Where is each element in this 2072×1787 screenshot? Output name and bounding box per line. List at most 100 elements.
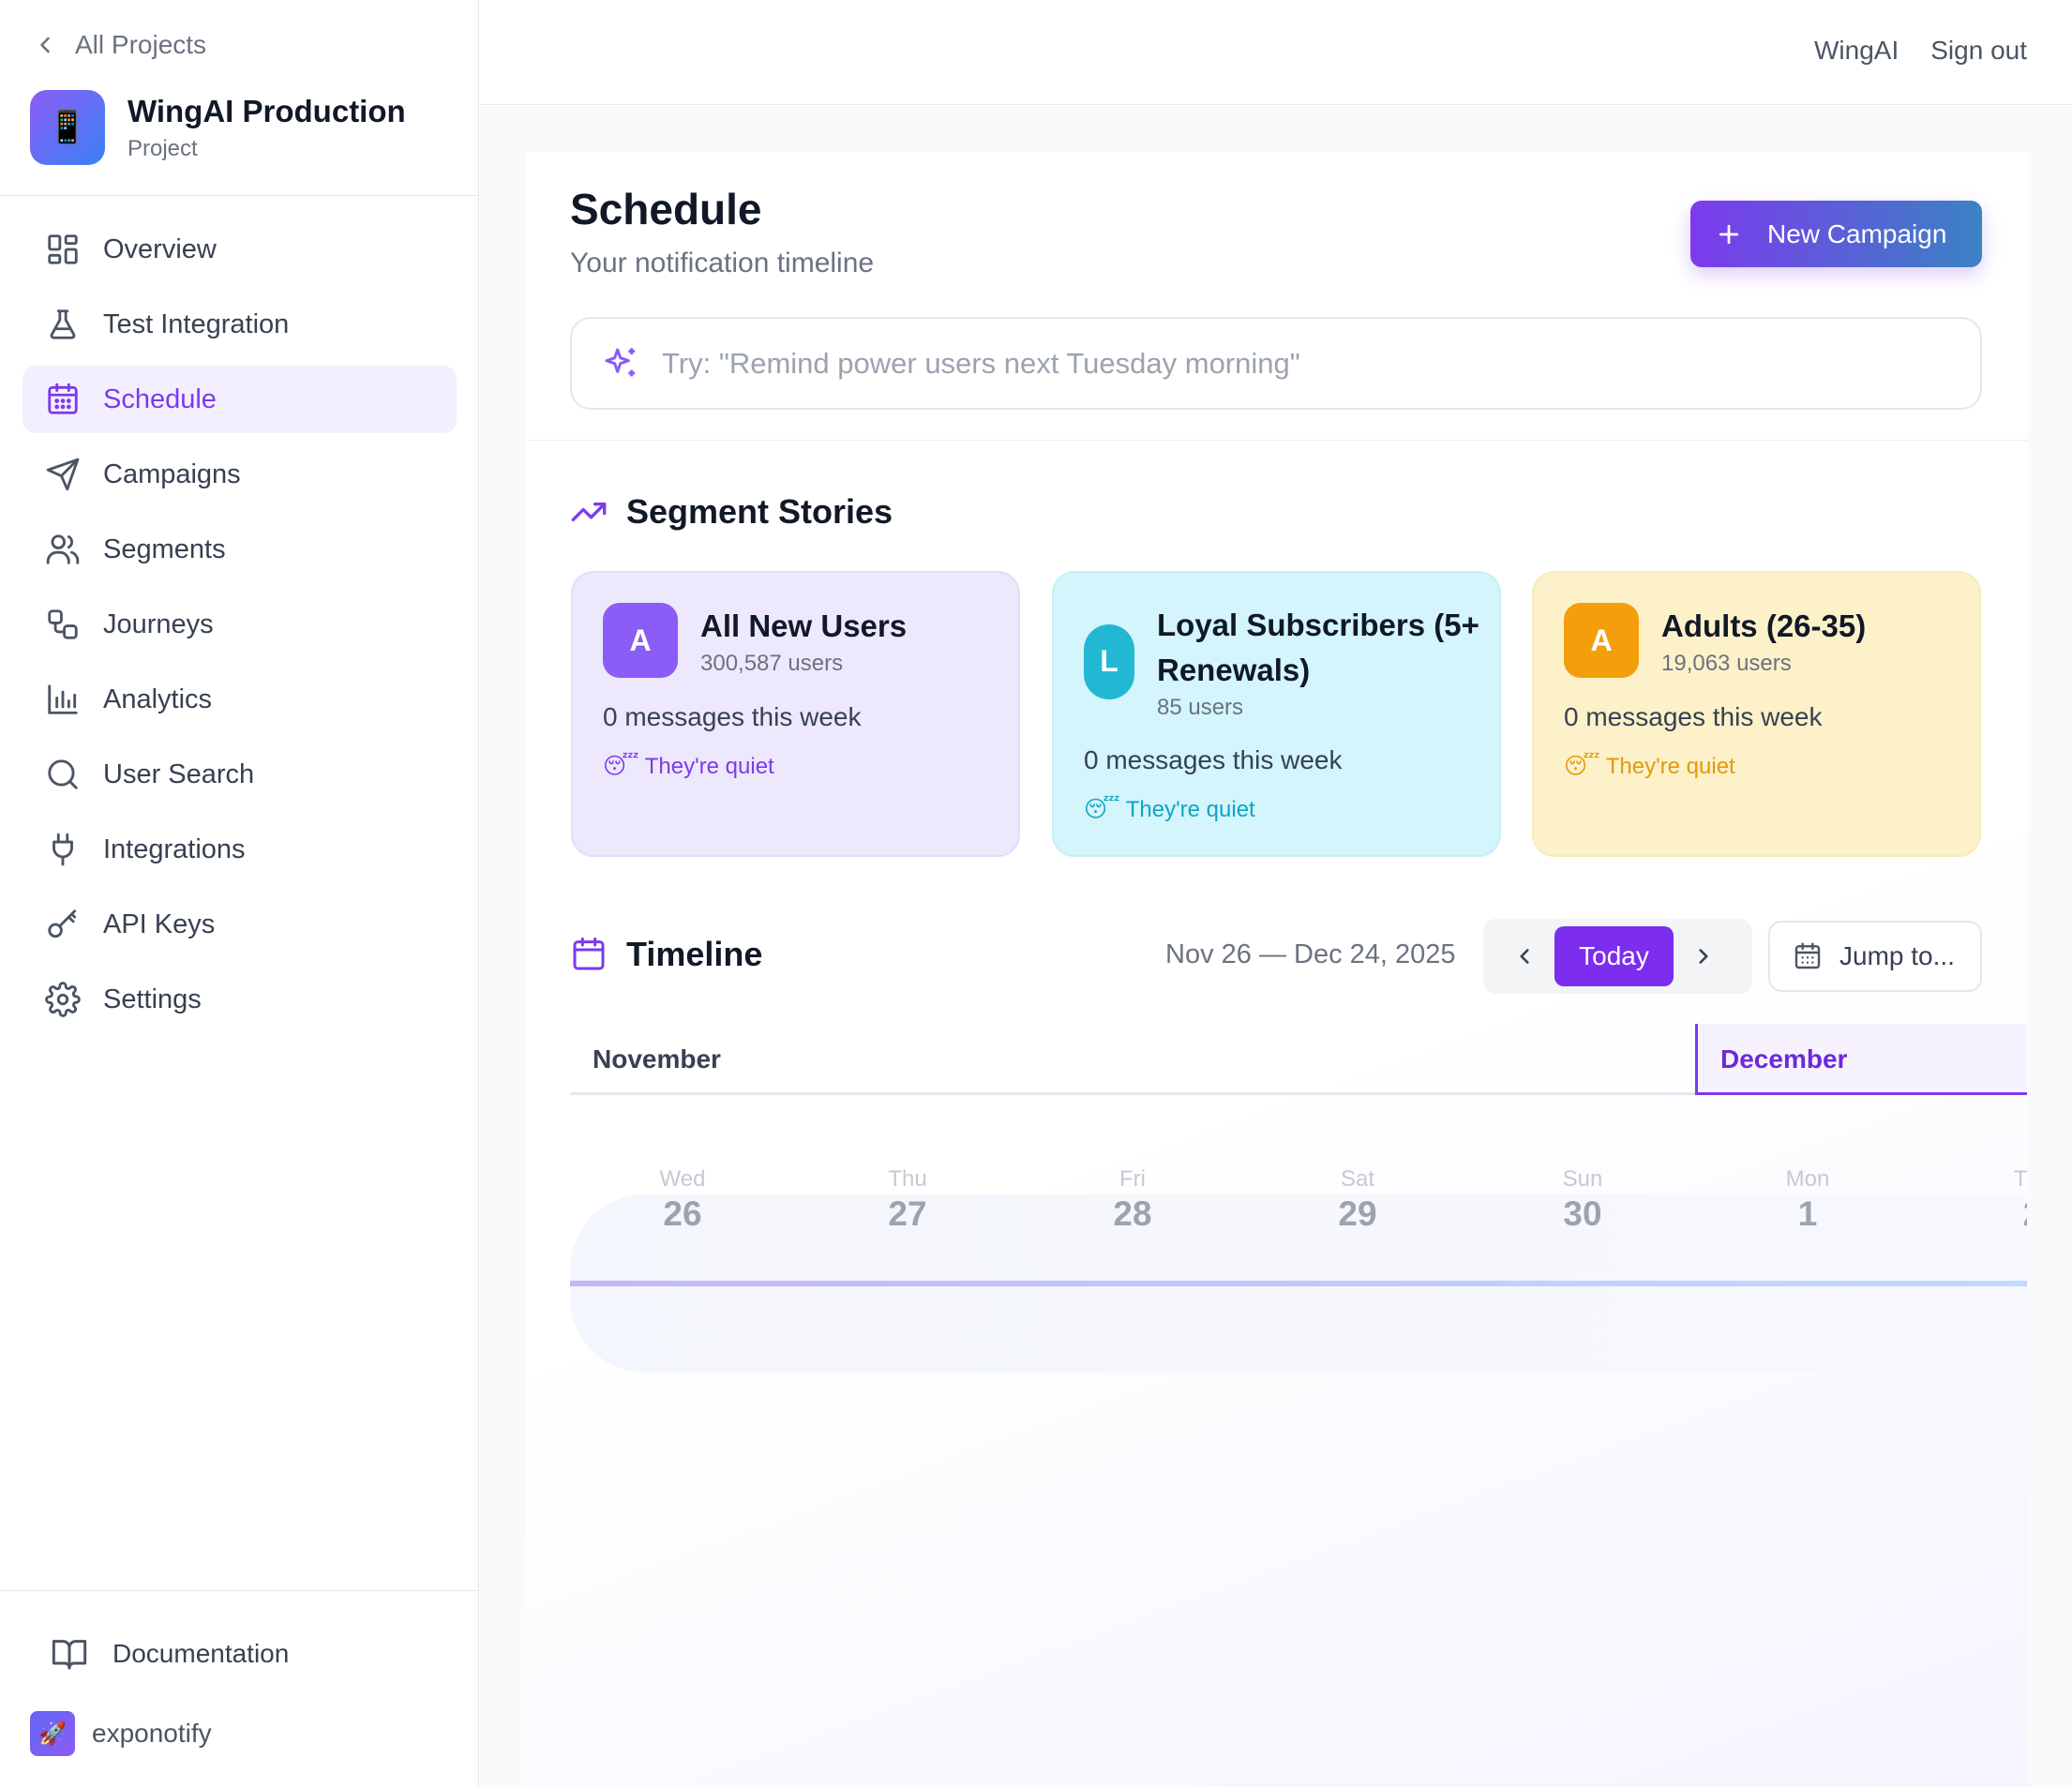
day-column[interactable]: Thu 27	[795, 1166, 1020, 1234]
segment-messages: 0 messages this week	[1564, 702, 1823, 731]
sidebar-item-label: Integrations	[103, 833, 246, 864]
sidebar-item-overview[interactable]: Overview	[23, 216, 457, 283]
gear-icon	[45, 982, 81, 1017]
calendar-icon	[573, 937, 605, 970]
next-period-button[interactable]	[1675, 928, 1732, 984]
day-columns: Wed 26 Thu 27 Fri 28 Sat 29 Sun 30 Mon 1…	[570, 1166, 2027, 1260]
day-column[interactable]: Sat 29	[1245, 1166, 1470, 1234]
sidebar-item-label: Overview	[103, 233, 217, 264]
sidebar-nav: Overview Test Integration Schedule Campa…	[23, 216, 457, 1041]
org-switcher[interactable]: 🚀 exponotify	[30, 1711, 212, 1756]
day-number: 26	[663, 1194, 702, 1233]
chevron-right-icon	[1699, 949, 1708, 964]
sidebar-item-label: API Keys	[103, 909, 216, 939]
all-projects-label: All Projects	[75, 30, 207, 59]
timeline-date-range: Nov 26 — Dec 24, 2025	[1165, 939, 1456, 969]
sidebar-item-test-integration[interactable]: Test Integration	[23, 291, 457, 358]
sidebar-item-user-search[interactable]: User Search	[23, 741, 457, 808]
users-icon	[46, 534, 80, 564]
sidebar-item-label: Schedule	[103, 383, 217, 414]
sidebar-item-api-keys[interactable]: API Keys	[23, 891, 457, 958]
day-name: Sat	[1340, 1166, 1375, 1192]
send-icon	[46, 458, 80, 491]
day-name: Thu	[888, 1166, 927, 1192]
sidebar-item-label: User Search	[103, 758, 255, 789]
sidebar-item-analytics[interactable]: Analytics	[23, 666, 457, 733]
segment-stories-heading: Segment Stories	[570, 492, 893, 532]
month-tab-november[interactable]: November	[570, 1024, 1695, 1095]
sleeping-face-icon: 😴	[1564, 754, 1600, 779]
segment-status: 😴 They're quiet	[603, 753, 988, 780]
sidebar-footer-divider	[0, 1590, 479, 1591]
month-tabs: November December	[570, 1024, 2027, 1095]
sparkles-icon	[605, 347, 635, 376]
segment-card[interactable]: A All New Users 300,587 users 0 messages…	[571, 571, 1020, 857]
jump-to-label: Jump to...	[1839, 941, 1955, 970]
book-open-icon	[52, 1640, 87, 1670]
grid-icon	[48, 234, 78, 264]
segment-status-text: They're quiet	[1125, 796, 1255, 822]
sidebar-item-segments[interactable]: Segments	[23, 516, 457, 583]
timeline-heading: Timeline	[570, 935, 762, 974]
ai-schedule-input-box[interactable]	[570, 317, 1982, 410]
sidebar-item-campaigns[interactable]: Campaigns	[23, 441, 457, 508]
sidebar-item-label: Analytics	[103, 683, 213, 714]
documentation-link[interactable]: Documentation	[51, 1635, 289, 1673]
day-name: Sun	[1562, 1166, 1603, 1192]
sidebar-item-schedule[interactable]: Schedule	[23, 366, 457, 433]
segment-user-count: 85 users	[1157, 694, 1244, 720]
timeline-nav: Today	[1483, 919, 1752, 994]
sign-out-link[interactable]: Sign out	[1930, 36, 2027, 66]
timeline-title: Timeline	[626, 935, 763, 973]
sidebar-item-label: Campaigns	[103, 458, 241, 489]
day-column[interactable]: Wed 26	[570, 1166, 795, 1234]
sidebar-item-label: Journeys	[103, 608, 214, 639]
segment-status-text: They're quiet	[1605, 754, 1735, 779]
today-button[interactable]: Today	[1554, 926, 1674, 986]
sidebar: All Projects 📱 WingAI Production Project…	[0, 0, 479, 1787]
workflow-icon	[48, 609, 78, 639]
day-number: 27	[888, 1194, 927, 1233]
day-name: Fri	[1119, 1166, 1146, 1192]
day-number: 2	[1920, 1194, 2027, 1234]
day-column[interactable]: Mon 1	[1695, 1166, 1920, 1234]
page-title: Schedule	[570, 185, 762, 233]
segment-messages: 0 messages this week	[603, 702, 862, 731]
segment-avatar: L	[1084, 623, 1134, 699]
project-name: WingAI Production	[128, 94, 406, 129]
sidebar-item-settings[interactable]: Settings	[23, 966, 457, 1033]
jump-to-date-button[interactable]: Jump to...	[1768, 921, 1982, 992]
day-name: Tue	[2013, 1166, 2027, 1192]
segment-status: 😴 They're quiet	[1084, 796, 1469, 823]
sidebar-item-journeys[interactable]: Journeys	[23, 591, 457, 658]
day-column[interactable]: Sun 30	[1470, 1166, 1695, 1234]
all-projects-link[interactable]: All Projects	[32, 30, 206, 60]
month-tab-december[interactable]: December	[1695, 1024, 2027, 1095]
plus-icon	[1719, 224, 1739, 244]
sleeping-face-icon: 😴	[603, 754, 639, 779]
key-icon	[48, 909, 77, 939]
day-name: Wed	[659, 1166, 706, 1192]
brand-link[interactable]: WingAI	[1814, 36, 1899, 66]
new-campaign-button[interactable]: New Campaign	[1690, 201, 1982, 267]
org-avatar: 🚀	[30, 1711, 75, 1756]
project-switcher[interactable]: 📱 WingAI Production Project	[30, 90, 406, 165]
segment-avatar: A	[603, 603, 678, 678]
day-column[interactable]: Fri 28	[1020, 1166, 1245, 1234]
segment-user-count: 19,063 users	[1661, 650, 1792, 676]
segment-name: All New Users	[700, 608, 908, 644]
day-name: Mon	[1785, 1166, 1830, 1192]
topbar: WingAI Sign out	[480, 0, 2072, 105]
segment-status-text: They're quiet	[644, 754, 774, 779]
sidebar-item-label: Settings	[103, 984, 202, 1014]
segment-name: Adults (26-35)	[1661, 608, 1867, 644]
day-column[interactable]: Tue 2	[1920, 1166, 2027, 1234]
ai-schedule-input[interactable]	[662, 346, 1956, 381]
project-avatar: 📱	[30, 90, 105, 165]
segment-card[interactable]: A Adults (26-35) 19,063 users 0 messages…	[1532, 571, 1981, 857]
segment-user-count: 300,587 users	[700, 650, 844, 676]
previous-period-button[interactable]	[1496, 928, 1553, 984]
flask-icon	[50, 309, 76, 339]
sidebar-item-integrations[interactable]: Integrations	[23, 816, 457, 883]
segment-card[interactable]: L Loyal Subscribers (5+ Renewals) 85 use…	[1052, 571, 1501, 857]
